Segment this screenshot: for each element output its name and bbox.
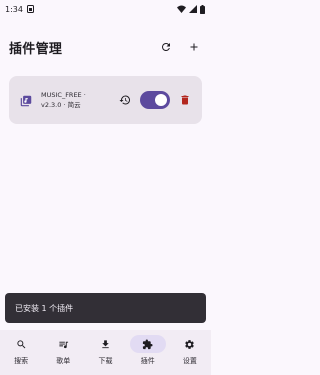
plugin-enable-toggle[interactable] bbox=[140, 91, 170, 109]
plugin-card[interactable]: MUSIC_FREE · v2.3.0 · 简云 bbox=[9, 76, 202, 124]
delete-icon[interactable] bbox=[176, 91, 194, 109]
plugin-name: MUSIC_FREE · bbox=[41, 91, 86, 99]
plugin-actions bbox=[116, 91, 194, 109]
puzzle-icon bbox=[129, 335, 166, 353]
nav-label-plugins: 插件 bbox=[140, 357, 155, 365]
nav-item-settings[interactable]: 设置 bbox=[169, 330, 211, 375]
status-bar: 1:34 bbox=[0, 0, 211, 18]
page-title: 插件管理 bbox=[9, 41, 63, 57]
add-icon[interactable] bbox=[185, 38, 203, 56]
nav-item-playlist[interactable]: 歌单 bbox=[42, 330, 84, 375]
snackbar: 已安装 1 个插件 bbox=[5, 293, 206, 323]
plugin-info: MUSIC_FREE · v2.3.0 · 简云 bbox=[41, 90, 86, 110]
gear-icon bbox=[172, 335, 208, 353]
plugin-package-icon bbox=[19, 93, 33, 107]
nav-item-download[interactable]: 下载 bbox=[84, 330, 126, 375]
nav-item-search[interactable]: 搜索 bbox=[0, 330, 42, 375]
refresh-icon[interactable] bbox=[157, 38, 175, 56]
battery-icon bbox=[200, 4, 205, 14]
bottom-nav: 搜索 歌单 下载 插件 设置 bbox=[0, 330, 211, 375]
playlist-icon bbox=[45, 335, 81, 353]
search-icon bbox=[3, 335, 39, 353]
nav-label-settings: 设置 bbox=[182, 357, 197, 365]
toggle-knob bbox=[155, 94, 167, 106]
nav-label-search: 搜索 bbox=[14, 357, 29, 365]
update-icon[interactable] bbox=[116, 91, 134, 109]
download-icon bbox=[88, 335, 124, 353]
sim-card-icon bbox=[26, 5, 35, 13]
nav-label-download: 下载 bbox=[98, 357, 113, 365]
header-actions bbox=[157, 38, 203, 56]
app-header: 插件管理 bbox=[0, 30, 211, 64]
snackbar-message: 已安装 1 个插件 bbox=[15, 303, 74, 313]
signal-icon bbox=[189, 5, 197, 13]
wifi-icon bbox=[177, 5, 186, 13]
plugin-meta: v2.3.0 · 简云 bbox=[41, 101, 81, 109]
nav-item-plugins[interactable]: 插件 bbox=[127, 330, 169, 375]
status-icons bbox=[177, 4, 205, 14]
status-time: 1:34 bbox=[5, 4, 23, 14]
nav-label-playlist: 歌单 bbox=[56, 357, 71, 365]
